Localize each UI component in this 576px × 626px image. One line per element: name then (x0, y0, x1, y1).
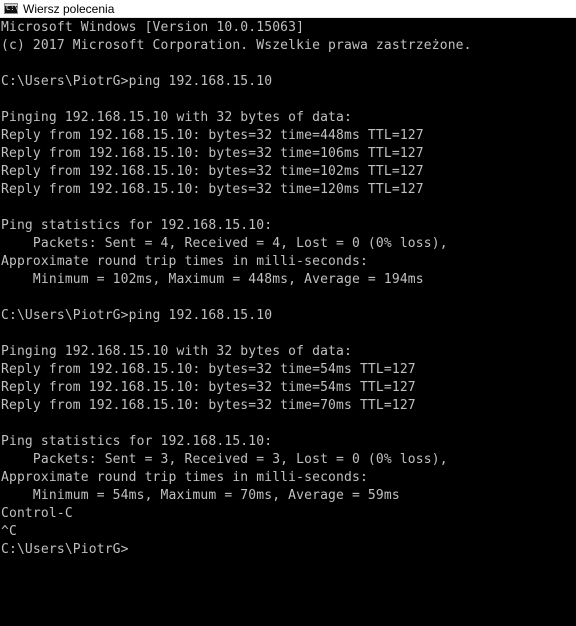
cmd-icon: C:\ (4, 3, 19, 14)
console-line: Ping statistics for 192.168.15.10: (1, 218, 273, 233)
console-line: C:\Users\PiotrG>ping 192.168.15.10 (1, 308, 273, 323)
console-line: Reply from 192.168.15.10: bytes=32 time=… (1, 182, 424, 197)
title-bar[interactable]: C:\ Wiersz polecenia (0, 0, 576, 18)
command-prompt[interactable]: C:\Users\PiotrG> (1, 541, 129, 559)
console-line: Reply from 192.168.15.10: bytes=32 time=… (1, 164, 424, 179)
window-title: Wiersz polecenia (23, 2, 115, 16)
console-line: Ping statistics for 192.168.15.10: (1, 434, 273, 449)
console-line: Pinging 192.168.15.10 with 32 bytes of d… (1, 344, 352, 359)
console-line: (c) 2017 Microsoft Corporation. Wszelkie… (1, 38, 472, 53)
console-line: Packets: Sent = 3, Received = 3, Lost = … (1, 452, 448, 467)
console-line: Control-C (1, 506, 73, 521)
console-line: Microsoft Windows [Version 10.0.15063] (1, 20, 305, 35)
console-line: Reply from 192.168.15.10: bytes=32 time=… (1, 146, 424, 161)
console-line: Reply from 192.168.15.10: bytes=32 time=… (1, 128, 424, 143)
console-line: Reply from 192.168.15.10: bytes=32 time=… (1, 398, 416, 413)
console-line: Approximate round trip times in milli-se… (1, 470, 368, 485)
console-line: Reply from 192.168.15.10: bytes=32 time=… (1, 362, 416, 377)
console-line: Packets: Sent = 4, Received = 4, Lost = … (1, 236, 448, 251)
console-line: Approximate round trip times in milli-se… (1, 254, 368, 269)
console-line: C:\Users\PiotrG>ping 192.168.15.10 (1, 74, 273, 89)
console-line: Minimum = 54ms, Maximum = 70ms, Average … (1, 488, 400, 503)
console-line: Minimum = 102ms, Maximum = 448ms, Averag… (1, 272, 424, 287)
console-line: Reply from 192.168.15.10: bytes=32 time=… (1, 380, 416, 395)
console-line: Pinging 192.168.15.10 with 32 bytes of d… (1, 110, 352, 125)
console-output[interactable]: Microsoft Windows [Version 10.0.15063] (… (0, 19, 576, 626)
console-line: ^C (1, 524, 17, 539)
